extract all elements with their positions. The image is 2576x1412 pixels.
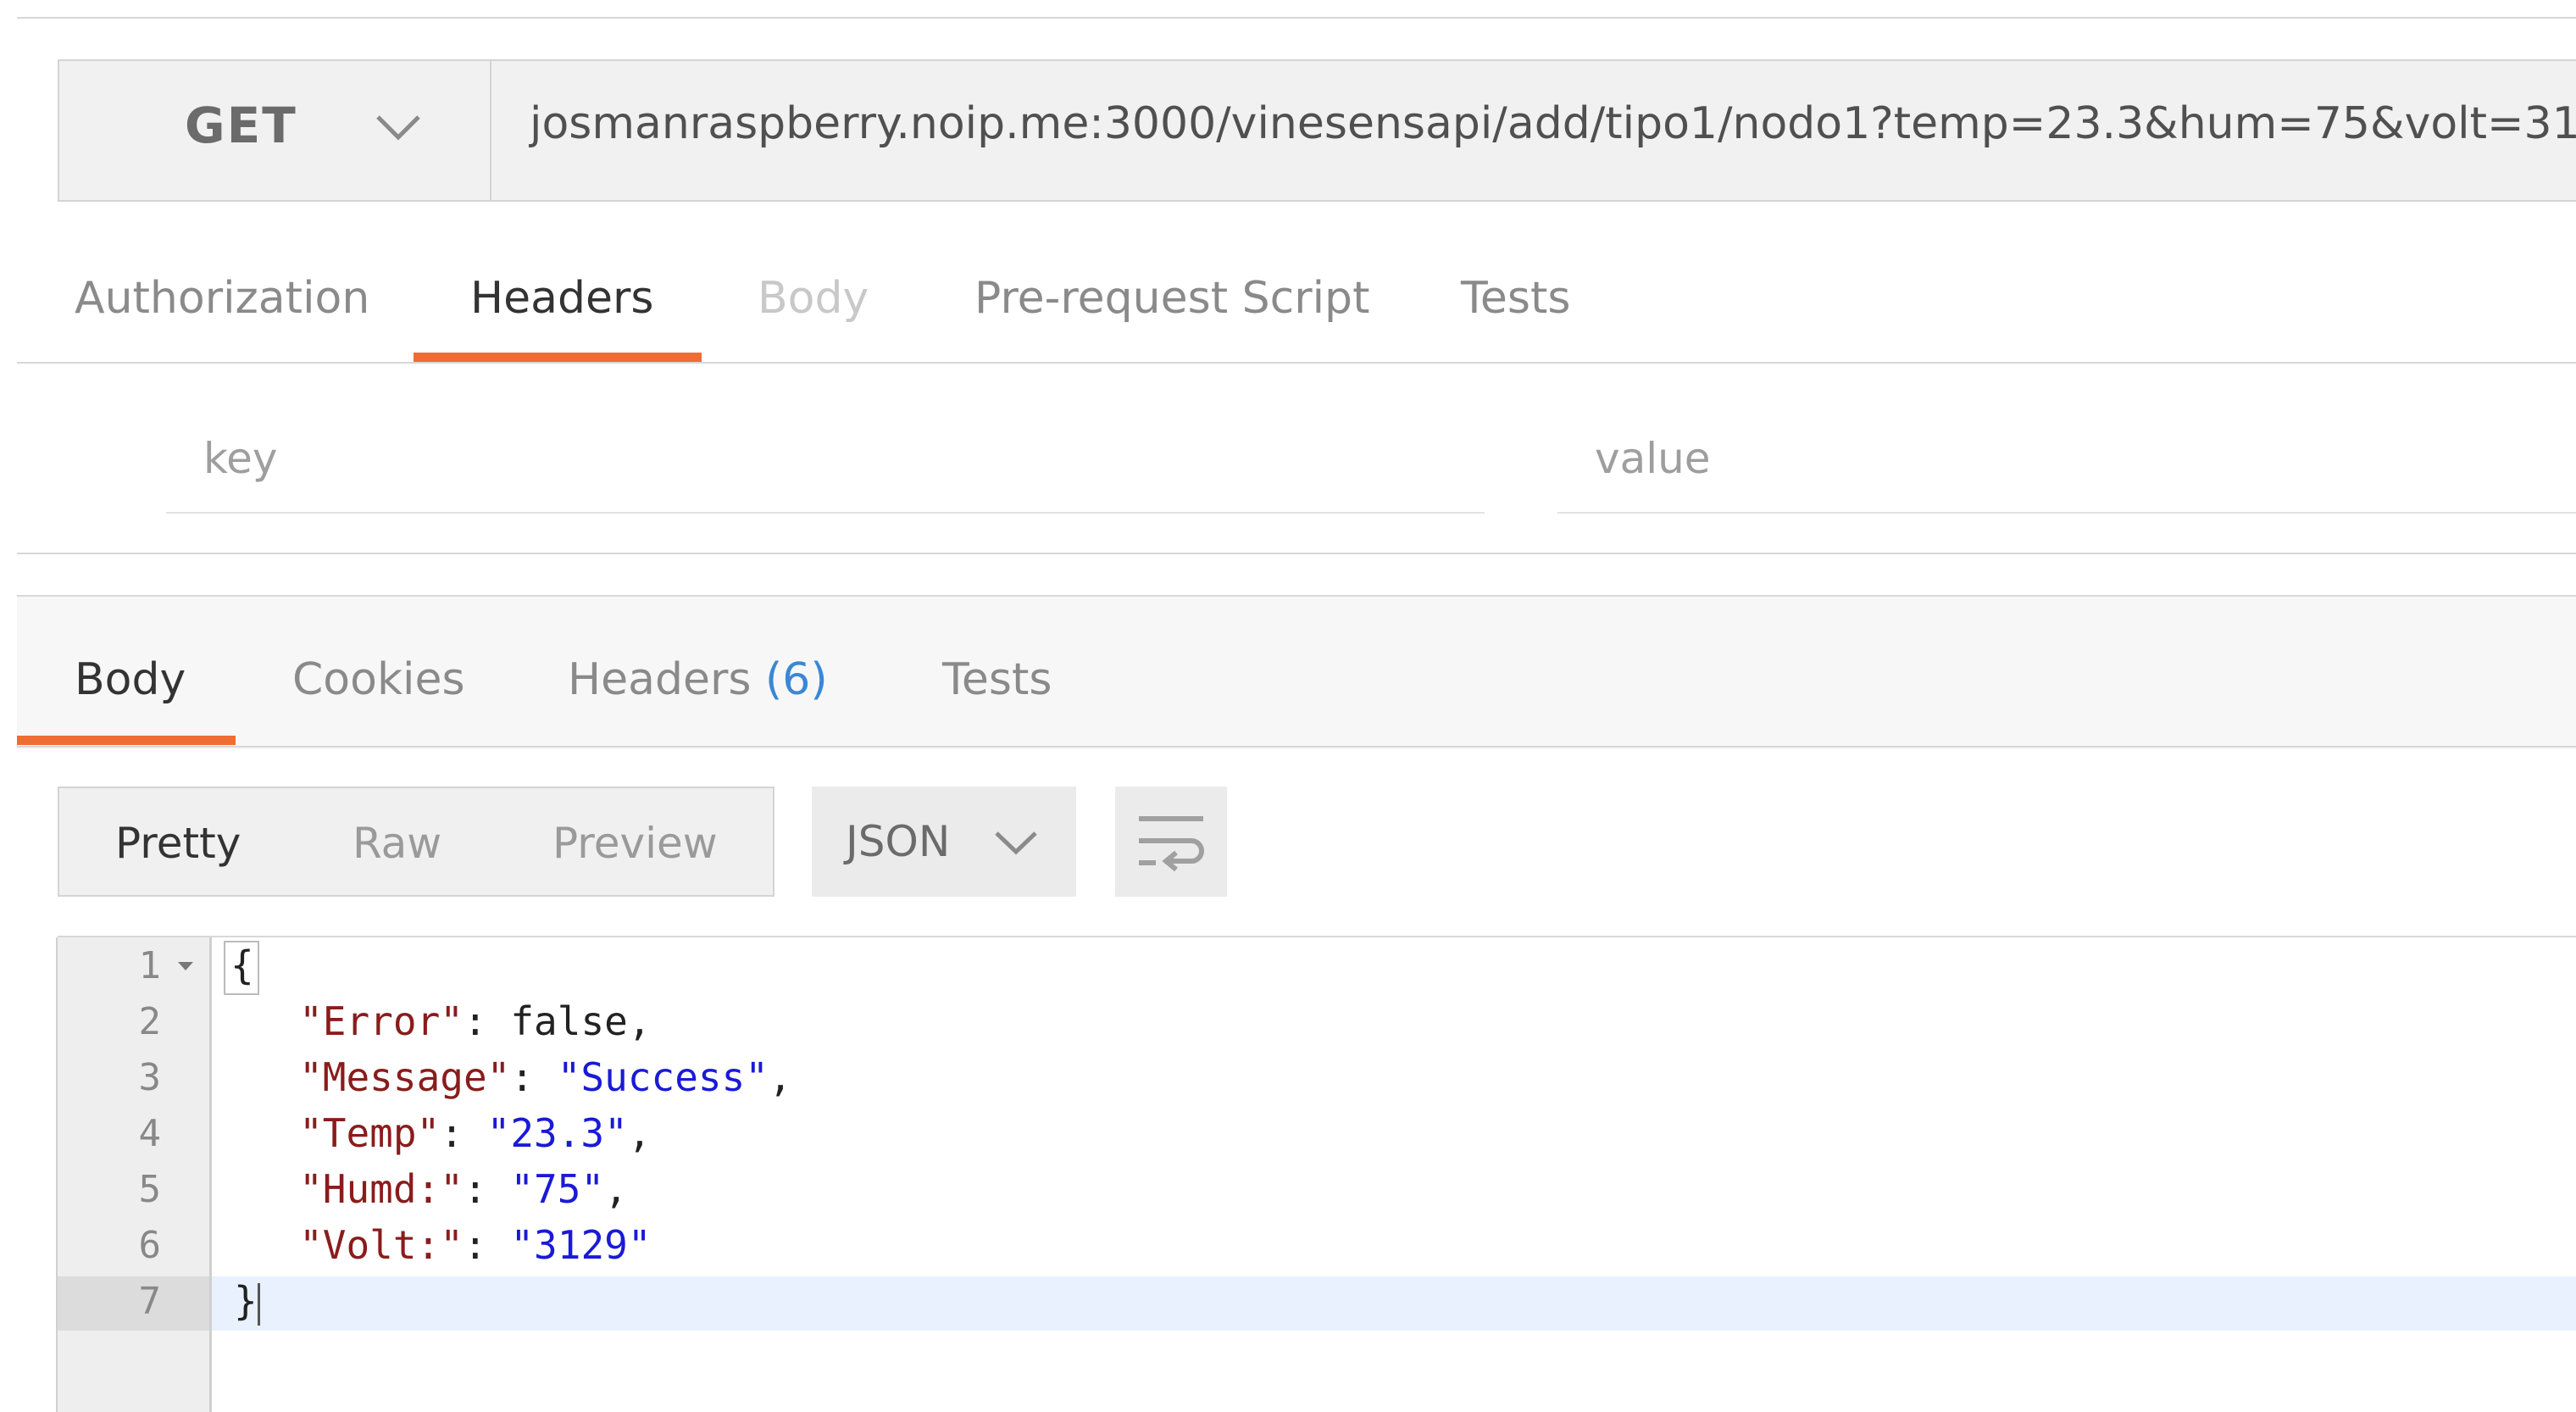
json-line: "Humd:": "75", xyxy=(229,1166,628,1212)
json-key: "Volt:" xyxy=(299,1222,464,1268)
json-trail: , xyxy=(627,998,652,1044)
json-value: "23.3" xyxy=(486,1110,628,1156)
view-raw-button[interactable]: Raw xyxy=(353,819,441,868)
json-sep: : xyxy=(463,998,511,1044)
line-number: 6 xyxy=(138,1224,162,1267)
view-preview-button[interactable]: Preview xyxy=(552,819,718,868)
text-cursor xyxy=(258,1283,260,1326)
response-active-tab-indicator xyxy=(17,736,236,745)
json-trail: , xyxy=(604,1166,628,1212)
format-select-value: JSON xyxy=(846,817,951,866)
json-line: "Temp": "23.3", xyxy=(229,1110,652,1156)
active-tab-indicator xyxy=(414,353,702,362)
line-number: 4 xyxy=(138,1112,162,1155)
url-input[interactable]: josmanraspberry.noip.me:3000/vinesensapi… xyxy=(530,98,2576,149)
response-tab-headers[interactable]: Headers (6) xyxy=(568,654,828,705)
value-input-underline xyxy=(1557,512,2576,514)
tab-body: Body xyxy=(758,273,869,324)
header-value-input[interactable]: value xyxy=(1595,434,1711,483)
response-tab-tests[interactable]: Tests xyxy=(942,654,1052,705)
json-value: "Success" xyxy=(557,1054,769,1100)
tab-authorization[interactable]: Authorization xyxy=(75,273,369,324)
chevron-down-icon xyxy=(993,829,1039,856)
wrap-lines-button[interactable] xyxy=(1115,787,1227,897)
headers-count-badge: (6) xyxy=(764,654,828,705)
active-line-highlight xyxy=(212,1276,2576,1331)
view-pretty-button[interactable]: Pretty xyxy=(115,819,241,868)
json-line: "Message": "Success", xyxy=(229,1054,792,1100)
line-number: 1 xyxy=(138,944,162,987)
json-sep: : xyxy=(463,1222,511,1268)
json-line: "Volt:": "3129" xyxy=(229,1222,652,1268)
tabs-divider xyxy=(17,362,2576,364)
response-tab-cookies[interactable]: Cookies xyxy=(292,654,465,705)
json-key: "Error" xyxy=(299,998,464,1044)
json-sep: : xyxy=(440,1110,487,1156)
editor-divider xyxy=(17,553,2576,554)
line-number: 2 xyxy=(138,1000,162,1043)
view-mode-group: Pretty Raw Preview xyxy=(58,787,774,897)
tab-pre-request-script[interactable]: Pre-request Script xyxy=(974,273,1369,324)
fold-arrow-icon[interactable] xyxy=(176,959,195,976)
json-sep: : xyxy=(510,1054,558,1100)
open-brace: { xyxy=(230,942,254,988)
json-value: "75" xyxy=(510,1166,605,1212)
json-value: "3129" xyxy=(510,1222,652,1268)
line-number: 5 xyxy=(138,1168,162,1211)
tab-tests[interactable]: Tests xyxy=(1461,273,1571,324)
method-label: GET xyxy=(185,97,297,154)
json-trail: , xyxy=(768,1054,792,1100)
method-dropdown[interactable]: GET xyxy=(59,61,491,200)
close-brace: } xyxy=(234,1278,258,1324)
json-value: false xyxy=(510,998,628,1044)
response-tab-headers-label: Headers xyxy=(568,654,752,705)
header-key-input[interactable]: key xyxy=(203,434,278,483)
json-key: "Message" xyxy=(299,1054,511,1100)
chevron-down-icon xyxy=(375,112,422,142)
response-tab-body[interactable]: Body xyxy=(75,654,186,705)
json-line: "Error": false, xyxy=(229,998,652,1044)
json-trail: , xyxy=(627,1110,652,1156)
key-input-underline xyxy=(166,512,1485,514)
json-key: "Temp" xyxy=(299,1110,441,1156)
wrap-lines-icon xyxy=(1134,810,1208,876)
format-select[interactable]: JSON xyxy=(812,787,1076,897)
top-divider xyxy=(17,17,2576,19)
response-tabs-divider xyxy=(17,746,2576,748)
tab-headers[interactable]: Headers xyxy=(470,273,653,324)
json-key: "Humd:" xyxy=(299,1166,464,1212)
line-number: 3 xyxy=(138,1056,162,1099)
line-number: 7 xyxy=(138,1280,162,1323)
json-sep: : xyxy=(463,1166,511,1212)
request-bar: GET josmanraspberry.noip.me:3000/vinesen… xyxy=(58,59,2576,202)
code-top-border xyxy=(58,936,2576,937)
